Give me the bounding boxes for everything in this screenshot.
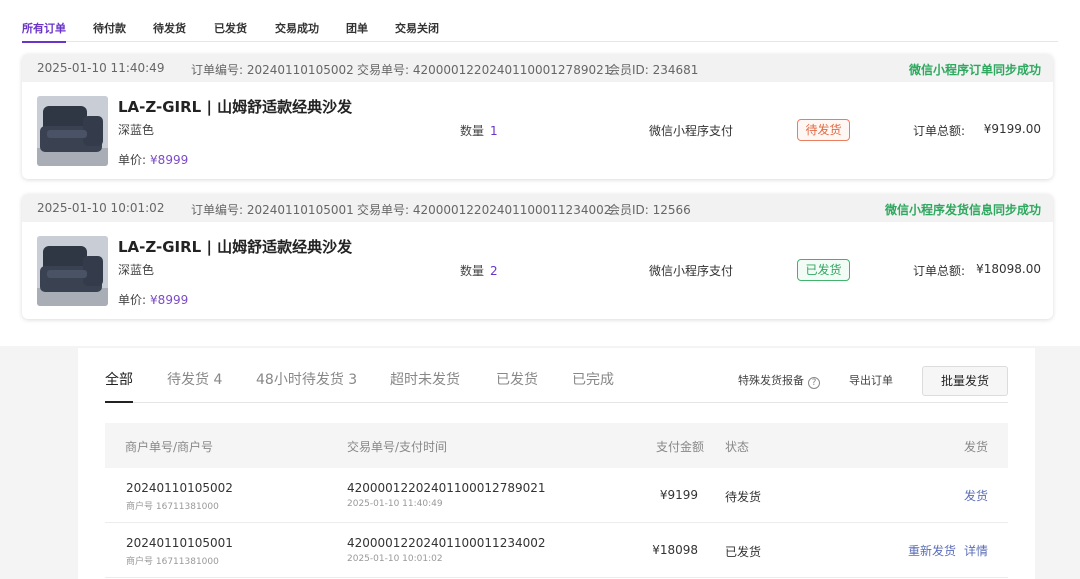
row-status: 待发货 — [725, 490, 762, 504]
total-value: ¥18098.00 — [976, 262, 1041, 276]
batch-ship-button[interactable]: 批量发货 — [922, 366, 1008, 396]
order-card-body: LA-Z-GIRL | 山姆舒适款经典沙发 深蓝色 单价: ¥8999 数量 2 微… — [22, 222, 1053, 319]
total-label: 订单总额: — [913, 124, 966, 138]
order-time: 2025-01-10 11:40:49 — [37, 61, 165, 75]
quantity: 数量 2 — [460, 262, 498, 279]
tab-all[interactable]: 全部 — [105, 369, 133, 389]
order-time: 2025-01-10 10:01:02 — [37, 201, 165, 215]
payment-method: 微信小程序支付 — [649, 264, 734, 278]
unit-price-value: ¥8999 — [150, 153, 189, 167]
pay-amount: ¥9199 — [659, 488, 698, 502]
quantity: 数量 1 — [460, 122, 498, 139]
order-card: 2025-01-10 11:40:49 订单编号: 20240110105002… — [22, 54, 1053, 179]
trade-number: 交易单号: 4200001220240110001278902​1 — [357, 63, 612, 77]
pay-amount: ¥18098 — [652, 543, 698, 557]
active-tab-indicator — [105, 401, 133, 403]
order-number: 订单编号: 20240110105001 — [191, 203, 354, 217]
help-icon[interactable]: ? — [808, 377, 820, 389]
status-badge: 已发货 — [797, 259, 850, 281]
header-merchant: 商户单号/商户号 — [125, 440, 214, 454]
trade-number: 4200001220240110001123400​2 — [347, 536, 546, 550]
tab-pending-shipment[interactable]: 待发货 — [153, 20, 186, 36]
merchant-id: 商户号 16711381000 — [126, 557, 219, 567]
member-id: 会员ID: 234681 — [608, 63, 699, 77]
sync-status: 微信小程序发货信息同步成功 — [884, 203, 1041, 217]
tab-closed[interactable]: 交易关闭 — [395, 20, 439, 36]
header-action: 发货 — [963, 440, 988, 454]
product-variant: 深蓝色 — [118, 263, 155, 277]
product-variant: 深蓝色 — [118, 123, 155, 137]
tab-completed[interactable]: 交易成功 — [275, 20, 319, 36]
pay-time: 2025-01-10 10:01:02 — [347, 554, 443, 564]
unit-price: 单价: ¥8999 — [118, 291, 188, 308]
header-trade: 交易单号/支付时间 — [347, 440, 448, 454]
quantity-value: 2 — [490, 264, 498, 278]
merchant-number: 20240110105001 — [126, 536, 233, 550]
tab-shipped[interactable]: 已发货 — [214, 20, 247, 36]
sync-status: 微信小程序订单同步成功 — [908, 63, 1041, 77]
product-name[interactable]: LA-Z-GIRL | 山姆舒适款经典沙发 — [118, 96, 352, 117]
merchant-id: 商户号 16711381000 — [126, 502, 219, 512]
tab-48h-to-ship[interactable]: 48小时待发货 3 — [256, 369, 357, 389]
product-thumbnail[interactable] — [37, 96, 108, 166]
tab-to-ship[interactable]: 待发货 4 — [167, 369, 222, 389]
tab-overdue[interactable]: 超时未发货 — [390, 369, 460, 389]
shipping-panel: 全部 待发货 4 48小时待发货 3 超时未发货 已发货 已完成 特殊发货报备?… — [78, 348, 1035, 579]
member-id: 会员ID: 12566 — [608, 203, 691, 217]
tab-all-orders[interactable]: 所有订单 — [22, 20, 66, 43]
tab-finished[interactable]: 已完成 — [572, 369, 614, 389]
tab-shipped[interactable]: 已发货 — [496, 369, 538, 389]
order-card-header: 2025-01-10 10:01:02 订单编号: 20240110105001… — [22, 194, 1053, 222]
tab-pending-payment[interactable]: 待付款 — [93, 20, 126, 36]
pay-time: 2025-01-10 11:40:49 — [347, 499, 443, 509]
unit-price-label: 单价: — [118, 293, 147, 307]
total-label: 订单总额: — [913, 264, 966, 278]
product-name[interactable]: LA-Z-GIRL | 山姆舒适款经典沙发 — [118, 236, 352, 257]
header-status: 状态 — [725, 440, 750, 454]
table-row: 20240110105001 商户号 16711381000 420000122… — [105, 523, 1008, 578]
order-card: 2025-01-10 10:01:02 订单编号: 20240110105001… — [22, 194, 1053, 319]
row-status: 已发货 — [725, 545, 762, 559]
order-card-header: 2025-01-10 11:40:49 订单编号: 20240110105002… — [22, 54, 1053, 82]
tab-group-orders[interactable]: 团单 — [346, 20, 368, 36]
unit-price-label: 单价: — [118, 153, 147, 167]
details-link[interactable]: 详情 — [964, 542, 988, 559]
total-value: ¥9199.00 — [983, 122, 1041, 136]
product-thumbnail[interactable] — [37, 236, 108, 306]
header-amount: 支付金额 — [656, 440, 705, 454]
tabs-divider — [105, 402, 1008, 403]
trade-number: 4200001220240110001278902​1 — [347, 481, 546, 495]
payment-method: 微信小程序支付 — [649, 124, 734, 138]
unit-price: 单价: ¥8999 — [118, 151, 188, 168]
order-number: 订单编号: 20240110105002 — [191, 63, 354, 77]
table-header: 商户单号/商户号 交易单号/支付时间 支付金额 状态 发货 — [105, 423, 1008, 468]
status-badge: 待发货 — [797, 119, 850, 141]
special-shipping-report-link[interactable]: 特殊发货报备? — [738, 372, 820, 389]
ship-button[interactable]: 发货 — [964, 487, 988, 504]
quantity-label: 数量 — [460, 124, 485, 138]
quantity-value: 1 — [490, 124, 498, 138]
reship-button[interactable]: 重新发货 — [908, 542, 956, 559]
order-status-tabs: 所有订单 待付款 待发货 已发货 交易成功 团单 交易关闭 — [22, 14, 1058, 43]
table-row: 20240110105002 商户号 16711381000 420000122… — [105, 468, 1008, 523]
trade-number: 交易单号: 4200001220240110001123400​2 — [357, 203, 612, 217]
order-card-body: LA-Z-GIRL | 山姆舒适款经典沙发 深蓝色 单价: ¥8999 数量 1 微… — [22, 82, 1053, 179]
merchant-number: 20240110105002 — [126, 481, 233, 495]
quantity-label: 数量 — [460, 264, 485, 278]
unit-price-value: ¥8999 — [150, 293, 189, 307]
export-orders-link[interactable]: 导出订单 — [849, 372, 893, 388]
report-link-label: 特殊发货报备 — [738, 374, 804, 387]
